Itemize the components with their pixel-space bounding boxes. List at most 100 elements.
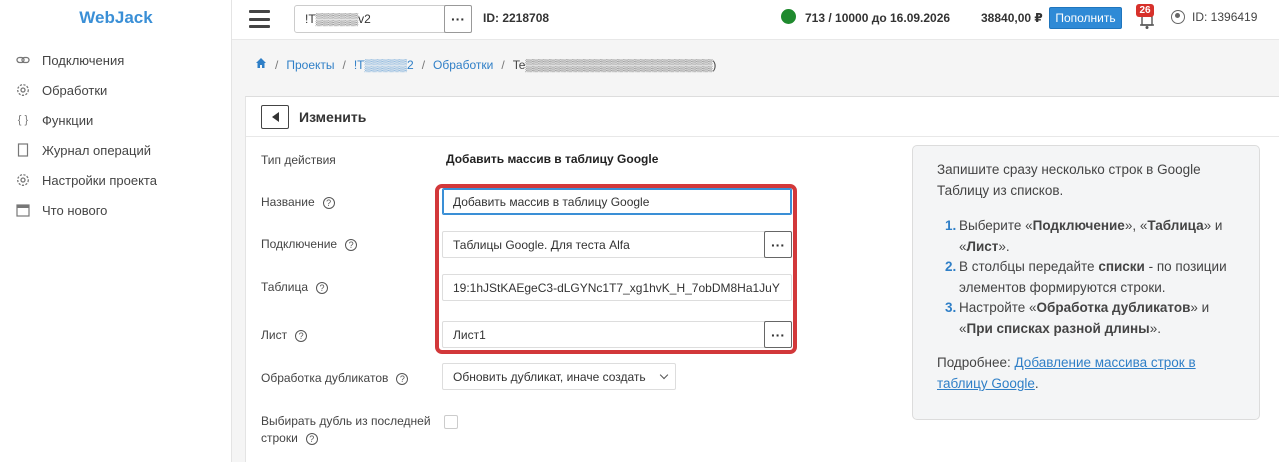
sheet-field-value: Лист1 bbox=[453, 328, 486, 342]
name-field[interactable]: Добавить массив в таблицу Google bbox=[442, 188, 792, 215]
breadcrumb-separator: / bbox=[421, 57, 426, 72]
help-icon[interactable]: ? bbox=[316, 281, 329, 294]
name-field-value: Добавить массив в таблицу Google bbox=[453, 195, 650, 209]
help-text-bold: Подключение bbox=[1032, 218, 1125, 233]
sheet-field[interactable]: Лист1 ··· bbox=[442, 321, 792, 348]
user-menu[interactable]: ID: 1396419 bbox=[1171, 10, 1257, 24]
sidebar-item-functions[interactable]: { } Функции bbox=[16, 105, 157, 135]
breadcrumb-current: Te▒▒▒▒▒▒▒▒▒▒▒▒▒▒▒▒▒▒▒▒▒▒) bbox=[512, 57, 717, 72]
sidebar-item-label: Что нового bbox=[42, 202, 108, 218]
help-step-number: 3. bbox=[945, 300, 957, 315]
notifications-badge: 26 bbox=[1136, 4, 1154, 17]
help-icon[interactable]: ? bbox=[345, 238, 358, 251]
sidebar-nav: Подключения Обработки { } Функции Журнал… bbox=[16, 45, 157, 225]
sidebar-item-journal[interactable]: Журнал операций bbox=[16, 135, 157, 165]
help-text: », « bbox=[1124, 218, 1148, 233]
sidebar-item-label: Настройки проекта bbox=[42, 172, 157, 188]
quota-text: 713 / 10000 до 16.09.2026 bbox=[805, 11, 951, 25]
page-title: Изменить bbox=[299, 109, 367, 125]
sheet-label-text: Лист bbox=[261, 328, 288, 342]
connection-label: Подключение? bbox=[261, 237, 358, 251]
help-icon[interactable]: ? bbox=[295, 329, 308, 342]
duplicates-label-text: Обработка дубликатов bbox=[261, 371, 389, 385]
help-text-bold: Обработка дубликатов bbox=[1036, 300, 1191, 315]
help-text: Настройте « bbox=[959, 300, 1037, 315]
sidebar-item-whats-new[interactable]: Что нового bbox=[16, 195, 157, 225]
connection-field-value: Таблицы Google. Для теста Alfa bbox=[453, 238, 630, 252]
duplicates-label: Обработка дубликатов? bbox=[261, 371, 409, 385]
help-text-bold: Таблица bbox=[1147, 218, 1204, 233]
help-panel: Запишите сразу несколько строк в Google … bbox=[912, 145, 1260, 420]
settings-icon bbox=[16, 173, 30, 187]
help-step: 2. В столбцы передайте списки - по позиц… bbox=[937, 257, 1237, 298]
last-dup-checkbox[interactable] bbox=[444, 415, 458, 429]
sidebar-item-label: Подключения bbox=[42, 52, 125, 68]
braces-icon: { } bbox=[17, 114, 29, 126]
help-step: 1. Выберите «Подключение», «Таблица» и «… bbox=[937, 216, 1237, 257]
topbar: !T▒▒▒▒▒v2 ··· ID: 2218708 713 / 10000 до… bbox=[232, 0, 1279, 40]
calendar-icon bbox=[16, 203, 30, 217]
sheet-more-button[interactable]: ··· bbox=[764, 321, 792, 348]
breadcrumb-project[interactable]: !T▒▒▒▒▒2 bbox=[354, 58, 414, 72]
app-logo[interactable]: WebJack bbox=[0, 8, 232, 28]
duplicates-select[interactable]: Обновить дубликат, иначе создать bbox=[442, 363, 676, 390]
menu-icon[interactable] bbox=[249, 10, 270, 28]
sidebar-item-processing[interactable]: Обработки bbox=[16, 75, 157, 105]
sidebar-item-label: Обработки bbox=[42, 82, 108, 98]
connection-field[interactable]: Таблицы Google. Для теста Alfa ··· bbox=[442, 231, 792, 258]
sidebar: WebJack Подключения Обработки { } Функци… bbox=[0, 0, 232, 462]
breadcrumb-processing[interactable]: Обработки bbox=[433, 58, 493, 72]
connection-more-button[interactable]: ··· bbox=[764, 231, 792, 258]
help-icon[interactable]: ? bbox=[396, 372, 409, 385]
last-dup-label: Выбирать дубль из последней строки? bbox=[261, 413, 431, 447]
action-type-value: Добавить массив в таблицу Google bbox=[446, 152, 659, 166]
help-text: ». bbox=[998, 238, 1010, 254]
help-icon[interactable]: ? bbox=[322, 196, 335, 209]
project-more-button[interactable]: ··· bbox=[444, 5, 472, 33]
help-more-suffix: . bbox=[1034, 375, 1039, 391]
balance-text: 38840,00 ₽ bbox=[981, 11, 1043, 25]
help-step-number: 1. bbox=[945, 218, 957, 233]
gear-icon bbox=[16, 83, 30, 97]
project-selector[interactable]: !T▒▒▒▒▒v2 ··· bbox=[294, 5, 472, 33]
help-step-number: 2. bbox=[945, 259, 957, 274]
help-text: В столбцы передайте bbox=[959, 259, 1099, 274]
help-icon[interactable]: ? bbox=[305, 432, 318, 445]
home-icon[interactable] bbox=[255, 57, 267, 72]
duplicates-select-value: Обновить дубликат, иначе создать bbox=[453, 370, 646, 384]
sidebar-item-connections[interactable]: Подключения bbox=[16, 45, 157, 75]
table-label: Таблица? bbox=[261, 280, 329, 294]
project-id: ID: 2218708 bbox=[483, 11, 550, 25]
help-step: 3. Настройте «Обработка дубликатов» и «П… bbox=[937, 298, 1237, 339]
help-text-bold: списки bbox=[1098, 259, 1145, 274]
card-header: Изменить bbox=[246, 97, 1279, 137]
user-id: ID: 1396419 bbox=[1192, 10, 1258, 24]
action-type-label: Тип действия bbox=[261, 153, 336, 167]
name-label: Название? bbox=[261, 195, 335, 209]
name-label-text: Название bbox=[261, 195, 315, 209]
sidebar-item-project-settings[interactable]: Настройки проекта bbox=[16, 165, 157, 195]
user-icon bbox=[1171, 10, 1185, 24]
chevron-down-icon bbox=[659, 370, 669, 380]
breadcrumb-separator: / bbox=[275, 57, 279, 72]
help-more-prefix: Подробнее: bbox=[937, 355, 1015, 370]
breadcrumb-separator: / bbox=[501, 57, 505, 72]
help-text-bold: При списках разной длины bbox=[966, 320, 1150, 336]
link-icon bbox=[16, 53, 30, 67]
table-field[interactable]: 19:1hJStKAEgeC3-dLGYNc1T7_xg1hvK_H_7obDM… bbox=[442, 274, 792, 301]
help-text-bold: Лист bbox=[966, 238, 999, 254]
breadcrumb-projects[interactable]: Проекты bbox=[286, 58, 334, 72]
topup-button[interactable]: Пополнить bbox=[1049, 7, 1122, 29]
status-indicator-icon bbox=[781, 9, 796, 24]
sidebar-item-label: Журнал операций bbox=[42, 142, 151, 158]
connection-label-text: Подключение bbox=[261, 237, 338, 251]
sidebar-item-label: Функции bbox=[42, 112, 94, 128]
project-name: !T▒▒▒▒▒v2 bbox=[305, 12, 371, 26]
table-label-text: Таблица bbox=[261, 280, 309, 294]
help-text: Выберите « bbox=[959, 218, 1033, 233]
help-intro: Запишите сразу несколько строк в Google … bbox=[937, 162, 1201, 198]
back-button[interactable] bbox=[261, 105, 289, 129]
last-dup-label-line2: строки? bbox=[261, 430, 431, 447]
breadcrumb: / Проекты / !T▒▒▒▒▒2 / Обработки / Te▒▒▒… bbox=[255, 57, 716, 72]
last-dup-label-line1: Выбирать дубль из последней bbox=[261, 414, 431, 428]
